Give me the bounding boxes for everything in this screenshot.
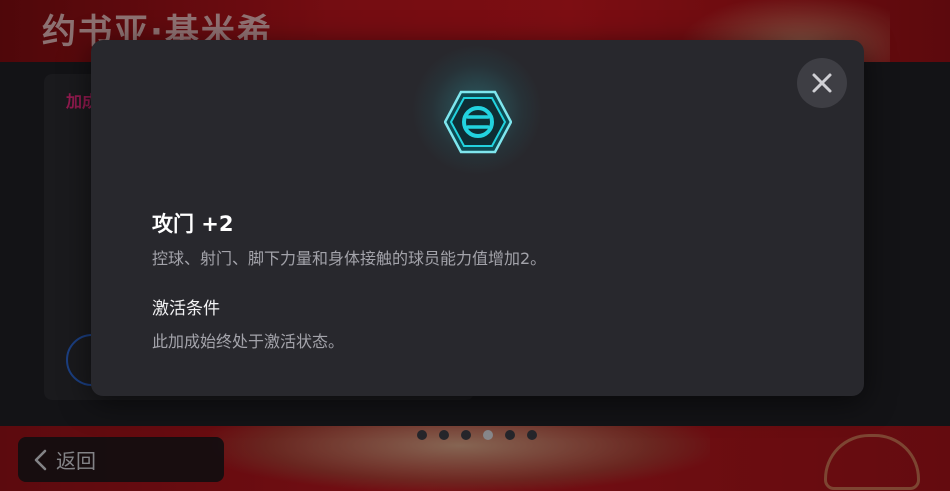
boost-title: 攻门 +2	[152, 212, 234, 236]
boost-detail-modal: 攻门 +2 控球、射门、脚下力量和身体接触的球员能力值增加2。 激活条件 此加成…	[91, 40, 864, 396]
activation-condition-heading: 激活条件	[152, 299, 220, 319]
close-icon	[812, 73, 832, 93]
boost-description: 控球、射门、脚下力量和身体接触的球员能力值增加2。	[152, 249, 547, 268]
close-button[interactable]	[797, 58, 847, 108]
activation-condition-text: 此加成始终处于激活状态。	[152, 332, 345, 351]
hexagon-boost-icon	[444, 90, 512, 154]
